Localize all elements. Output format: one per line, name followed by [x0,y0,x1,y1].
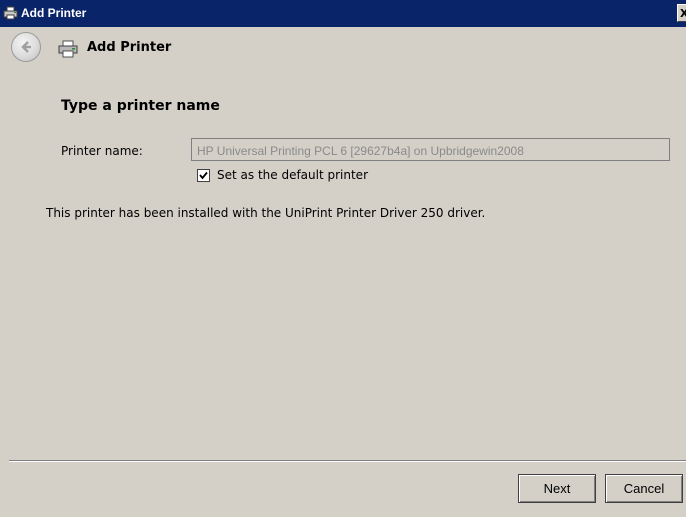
content-panel [9,67,686,460]
printer-icon [3,6,19,20]
default-printer-checkbox[interactable] [197,169,210,182]
wizard-title: Add Printer [87,40,172,55]
next-button[interactable]: Next [518,474,596,503]
footer-divider [9,460,686,462]
window-title: Add Printer [21,6,87,20]
close-button[interactable]: X [677,4,686,22]
back-button[interactable] [11,32,41,62]
add-printer-window: Add Printer X Add Printer Type a printer… [0,0,686,517]
printer-name-label: Printer name: [61,144,143,158]
title-bar[interactable]: Add Printer X [0,0,686,27]
printer-icon [58,40,78,58]
back-arrow-icon [21,41,31,53]
driver-info-text: This printer has been installed with the… [46,206,486,220]
default-printer-label[interactable]: Set as the default printer [217,168,368,182]
checkmark-icon [199,171,208,180]
cancel-button[interactable]: Cancel [605,474,683,503]
page-heading: Type a printer name [61,98,220,114]
printer-name-input[interactable] [191,138,670,161]
